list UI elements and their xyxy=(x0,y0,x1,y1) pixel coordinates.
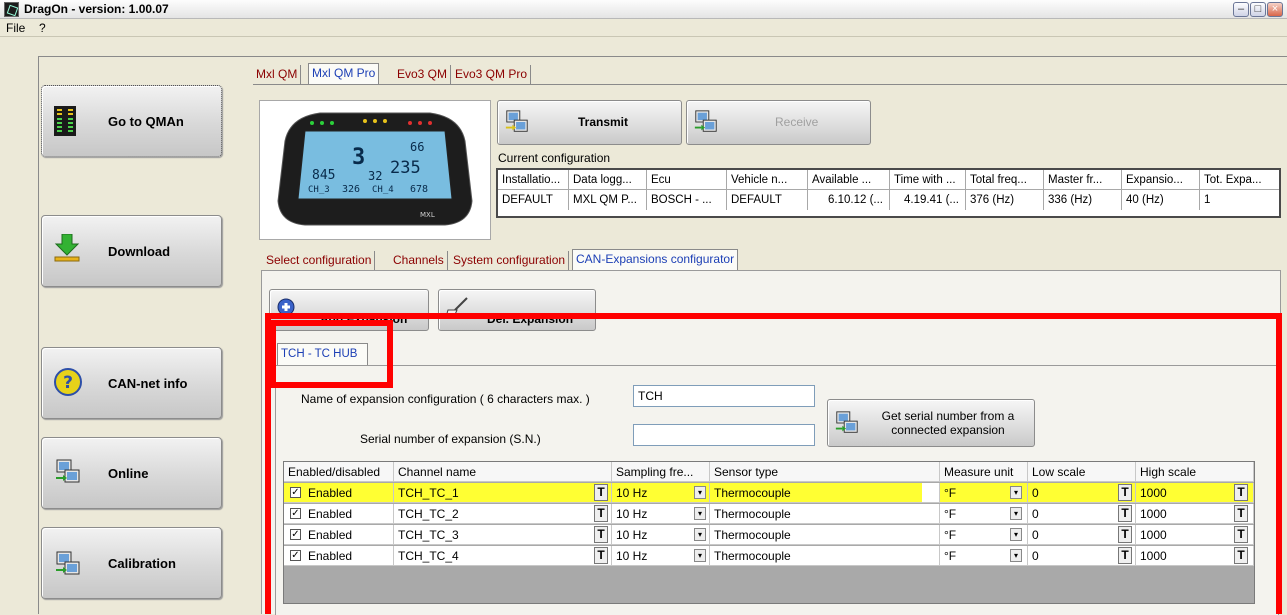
current-configuration-table: Installatio... Data logg... Ecu Vehicle … xyxy=(496,168,1281,218)
config-col-header[interactable]: Ecu xyxy=(647,170,727,190)
config-cell: DEFAULT xyxy=(498,190,569,210)
download-button[interactable]: Download xyxy=(41,215,222,287)
svg-text:?: ? xyxy=(63,373,73,393)
can-net-info-label: CAN-net info xyxy=(108,375,188,391)
app-icon xyxy=(4,2,19,17)
tab-select-configuration[interactable]: Select configuration xyxy=(263,251,376,270)
tab-mxl-qm[interactable]: Mxl QM xyxy=(253,65,302,84)
config-col-header[interactable]: Time with ... xyxy=(890,170,966,190)
computer-network-icon xyxy=(694,110,717,132)
window-title: DragOn - version: 1.00.07 xyxy=(24,2,169,16)
config-col-header[interactable]: Vehicle n... xyxy=(727,170,808,190)
dash-display-image: 66 3 235 845 32 CH_3 326 CH_4 678 MXL xyxy=(277,112,473,226)
dash-brand: MXL xyxy=(420,211,435,219)
dash-val4: 678 xyxy=(410,184,428,195)
maximize-icon[interactable]: □ xyxy=(1250,2,1266,17)
config-col-header[interactable]: Tot. Expa... xyxy=(1200,170,1279,190)
close-icon[interactable]: × xyxy=(1267,2,1283,17)
menu-file[interactable]: File xyxy=(6,21,25,35)
dash-ch4: CH_4 xyxy=(372,185,394,195)
config-cell: MXL QM P... xyxy=(569,190,647,210)
menu-help[interactable]: ? xyxy=(39,21,46,35)
transmit-label: Transmit xyxy=(578,115,629,129)
config-col-header[interactable]: Total freq... xyxy=(966,170,1044,190)
config-cell: 40 (Hz) xyxy=(1122,190,1200,210)
config-cell: 4.19.41 (... xyxy=(890,190,966,210)
config-col-header[interactable]: Expansio... xyxy=(1122,170,1200,190)
go-to-qman-button[interactable]: Go to QMAn xyxy=(41,85,222,157)
tab-evo3-qm[interactable]: Evo3 QM xyxy=(394,65,452,84)
receive-label: Receive xyxy=(775,115,819,129)
config-cell: 1 xyxy=(1204,194,1211,206)
transmit-button[interactable]: Transmit xyxy=(497,100,682,145)
tab-divider xyxy=(253,84,1287,85)
minimize-icon[interactable]: – xyxy=(1233,2,1249,17)
tab-system-configuration[interactable]: System configuration xyxy=(450,251,570,270)
current-configuration-label: Current configuration xyxy=(498,151,611,165)
download-label: Download xyxy=(108,243,171,259)
computer-network-icon xyxy=(56,459,80,483)
annotation-highlight-box xyxy=(265,313,1282,614)
dash-rpm: 845 xyxy=(312,168,335,183)
dash-aux: 32 xyxy=(368,169,382,183)
dash-image: 66 3 235 845 32 CH_3 326 CH_4 678 MXL xyxy=(259,100,491,240)
calibration-button[interactable]: Calibration xyxy=(41,527,222,599)
annotation-tab-highlight xyxy=(270,320,393,388)
dash-gear: 3 xyxy=(352,145,365,170)
online-button[interactable]: Online xyxy=(41,437,222,509)
computer-network-icon xyxy=(505,110,528,132)
tab-evo3-qm-pro[interactable]: Evo3 QM Pro xyxy=(452,65,532,84)
config-cell: DEFAULT xyxy=(727,190,808,210)
go-to-qman-label: Go to QMAn xyxy=(108,113,184,129)
calibration-label: Calibration xyxy=(108,555,176,571)
config-col-header[interactable]: Master fr... xyxy=(1044,170,1122,190)
config-col-header[interactable]: Installatio... xyxy=(498,170,569,190)
config-col-header[interactable]: Available ... xyxy=(808,170,890,190)
led-bar-icon xyxy=(54,106,76,136)
download-arrow-icon xyxy=(54,234,80,262)
config-col-header[interactable]: Data logg... xyxy=(569,170,647,190)
dash-val3: 326 xyxy=(342,184,360,195)
tab-can-expansions-configurator[interactable]: CAN-Expansions configurator xyxy=(572,249,739,271)
can-net-info-button[interactable]: ? CAN-net info xyxy=(41,347,222,419)
device-tabs: Mxl QM Mxl QM Pro Evo3 QM Evo3 QM Pro xyxy=(253,63,543,85)
help-question-icon: ? xyxy=(54,368,82,396)
config-cell: 376 (Hz) xyxy=(966,190,1044,210)
title-bar: DragOn - version: 1.00.07 – □ × xyxy=(0,0,1287,19)
menu-bar: File ? xyxy=(0,19,1287,37)
tab-mxl-qm-pro[interactable]: Mxl QM Pro xyxy=(308,63,380,85)
computer-network-icon xyxy=(56,551,80,575)
config-tabs: Select configuration Channels System con… xyxy=(263,249,763,271)
dash-speed: 235 xyxy=(390,158,421,178)
receive-button[interactable]: Receive xyxy=(686,100,871,145)
config-cell: 336 (Hz) xyxy=(1044,190,1122,210)
config-cell: BOSCH - ... xyxy=(647,190,727,210)
dash-ch3: CH_3 xyxy=(308,185,330,195)
dash-top-value: 66 xyxy=(410,140,424,154)
tab-channels[interactable]: Channels xyxy=(390,251,448,270)
config-cell: 6.10.12 (... xyxy=(808,190,890,210)
online-label: Online xyxy=(108,465,149,481)
